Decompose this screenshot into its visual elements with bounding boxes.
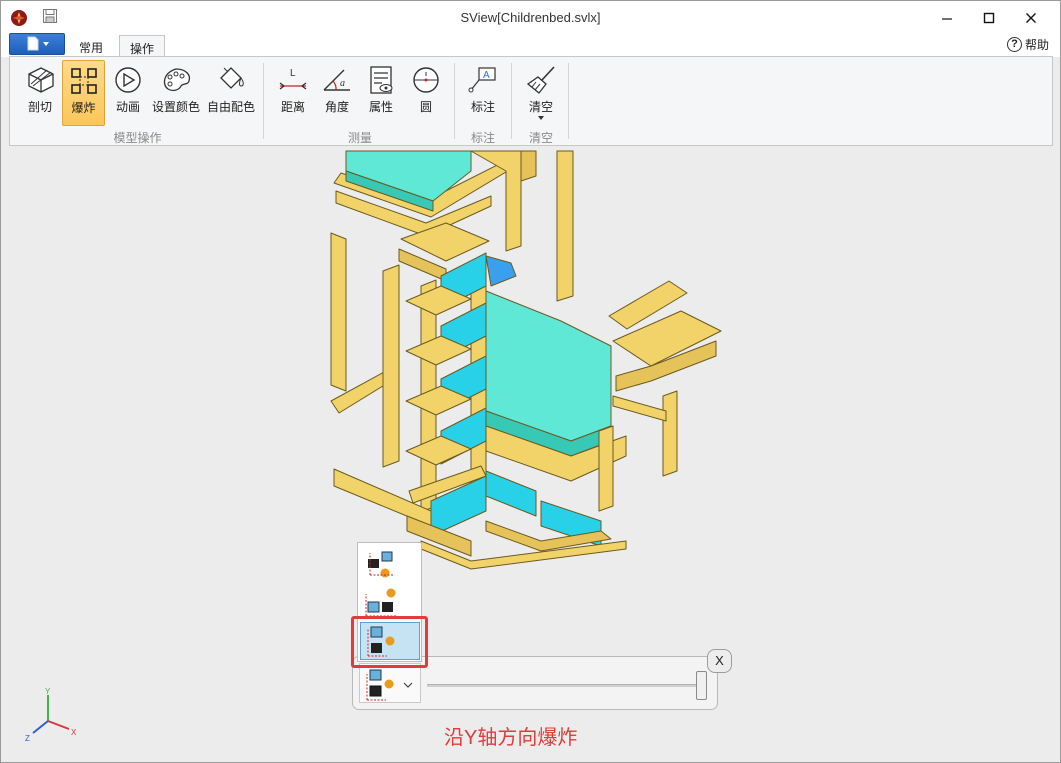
circle-measure-icon [413, 67, 439, 93]
title-bar: SView[Childrenbed.svlx] [1, 1, 1060, 33]
ribbon-panel: 剖切 爆炸 动画 设置颜色 自由配色 模型操作 L 距离 a 角度 属性 圆 测… [9, 56, 1053, 146]
explode-option-xyz[interactable] [360, 545, 420, 583]
angle-button[interactable]: a 角度 [317, 60, 357, 126]
explode-xyz-icon [368, 551, 394, 578]
axis-triad-icon: Y X Z [25, 687, 77, 743]
minimize-button[interactable] [939, 10, 955, 26]
clear-button[interactable]: 清空 [521, 60, 561, 126]
explode-close-button[interactable]: X [707, 649, 732, 673]
distance-icon: L [279, 68, 307, 90]
set-color-label: 设置颜色 [151, 100, 200, 114]
explode-icon [70, 68, 97, 94]
animation-button[interactable]: 动画 [108, 60, 148, 126]
explode-label: 爆炸 [71, 101, 96, 115]
svg-text:A: A [483, 70, 490, 81]
axis-label-z: Z [25, 734, 30, 743]
minimize-icon [942, 18, 952, 20]
help-button[interactable]: ? 帮助 [1007, 35, 1049, 53]
clear-label: 清空 [528, 100, 553, 114]
animation-label: 动画 [115, 100, 140, 114]
play-icon [115, 67, 141, 93]
help-icon: ? [1007, 36, 1022, 52]
help-label: 帮助 [1025, 37, 1050, 52]
circle-button[interactable]: 圆 [406, 60, 446, 126]
ribbon-tab-row: 常用 操作 ? 帮助 [1, 33, 1060, 58]
distance-label: 距离 [280, 100, 305, 114]
properties-button[interactable]: 属性 [361, 60, 401, 126]
svg-text:a: a [340, 78, 345, 89]
maximize-icon [983, 12, 995, 24]
properties-label: 属性 [368, 100, 393, 114]
tab-operations[interactable]: 操作 [119, 35, 166, 58]
axis-label-x: X [71, 728, 77, 737]
angle-icon: a [323, 69, 350, 91]
close-icon [1026, 13, 1036, 23]
explode-z-icon [366, 669, 413, 701]
free-color-button[interactable]: 自由配色 [205, 60, 257, 126]
annotation-icon: A [468, 67, 496, 93]
set-color-button[interactable]: 设置颜色 [150, 60, 202, 126]
close-button[interactable] [1023, 10, 1039, 26]
circle-label: 圆 [419, 100, 432, 114]
explode-button[interactable]: 爆炸 [62, 60, 105, 126]
ribbon-separator [568, 63, 569, 139]
section-button[interactable]: 剖切 [18, 60, 62, 126]
group-label-clear: 清空 [528, 131, 553, 145]
angle-label: 角度 [324, 100, 349, 114]
annotation-button[interactable]: A 标注 [463, 60, 503, 126]
distance-button[interactable]: L 距离 [273, 60, 313, 126]
explode-caption: 沿Y轴方向爆炸 [444, 727, 578, 749]
ribbon-separator [263, 63, 264, 139]
tab-common[interactable]: 常用 [69, 35, 113, 57]
palette-icon [163, 68, 191, 92]
axis-label-y: Y [45, 687, 51, 696]
section-cube-icon [28, 67, 54, 93]
annotation-label: 标注 [470, 100, 495, 114]
selected-option-highlight [351, 616, 428, 668]
free-color-label: 自由配色 [206, 100, 255, 114]
document-icon [27, 36, 49, 51]
explode-distance-slider-thumb[interactable] [696, 671, 707, 700]
properties-icon [370, 66, 393, 94]
group-label-model-ops: 模型操作 [113, 131, 162, 145]
app-window: SView[Childrenbed.svlx] 常用 操作 ? 帮助 剖切 爆炸… [0, 0, 1061, 763]
group-label-annotation: 标注 [470, 131, 495, 145]
group-label-measure: 测量 [347, 131, 372, 145]
window-title: SView[Childrenbed.svlx] [460, 10, 601, 25]
dropdown-arrow-icon [538, 116, 544, 120]
paint-bucket-icon [220, 67, 244, 89]
file-menu-button[interactable] [9, 33, 65, 55]
section-label: 剖切 [27, 100, 52, 114]
explode-direction-dropdown[interactable] [359, 663, 421, 703]
svg-text:L: L [290, 68, 296, 79]
explode-distance-slider-track[interactable] [427, 684, 705, 687]
maximize-button[interactable] [981, 10, 997, 26]
ribbon-separator [454, 63, 455, 139]
ribbon-separator [511, 63, 512, 139]
broom-icon [526, 66, 555, 94]
